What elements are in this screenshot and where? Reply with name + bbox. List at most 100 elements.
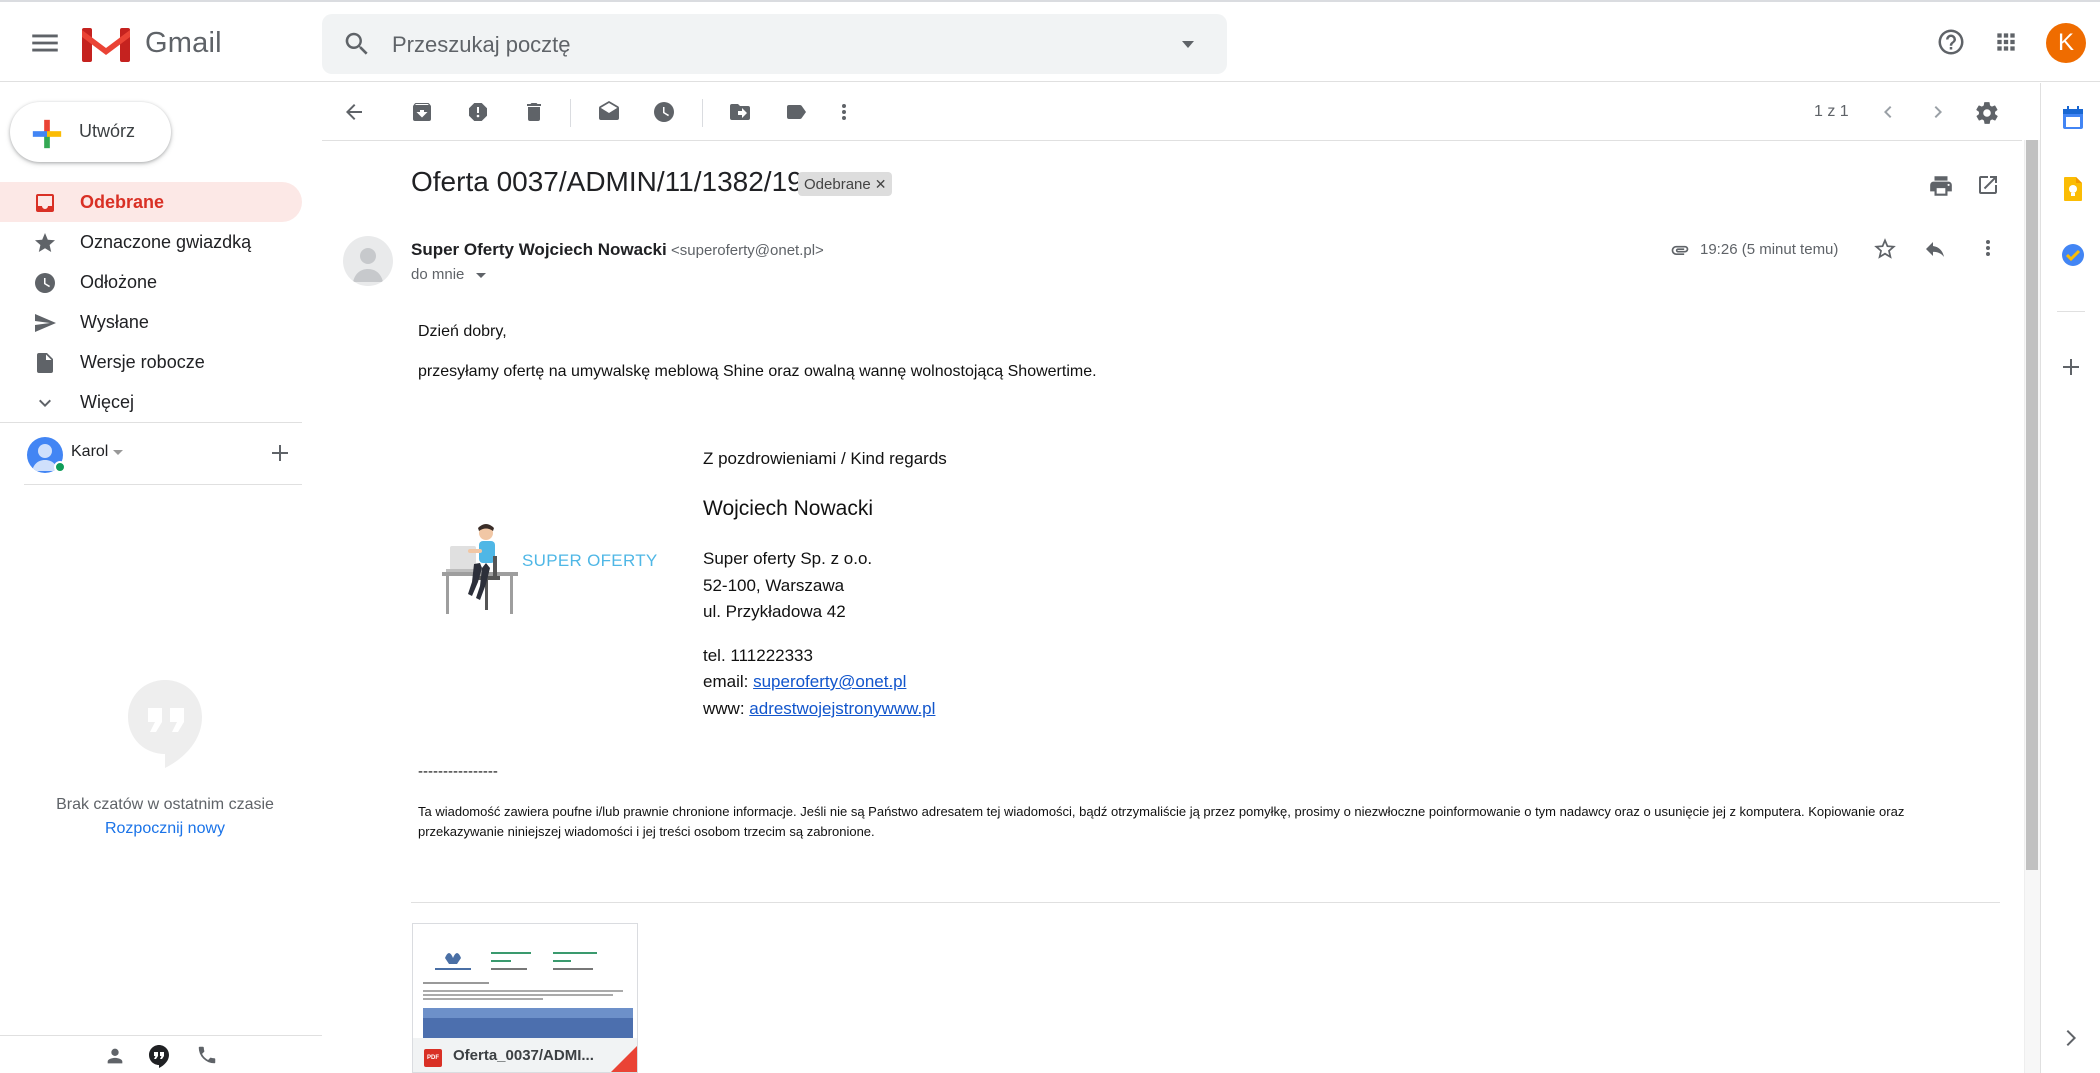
signature-company: Super oferty Sp. z o.o.: [703, 549, 873, 568]
nav-item-more[interactable]: Więcej: [0, 382, 302, 422]
side-panel: [2040, 83, 2100, 1073]
add-addon-icon[interactable]: [2062, 358, 2080, 376]
online-status-dot: [54, 461, 66, 473]
nav-item-inbox[interactable]: Odebrane: [0, 182, 302, 222]
nav-item-label: Odebrane: [80, 192, 165, 212]
help-icon[interactable]: [1936, 27, 1966, 57]
calendar-icon[interactable]: [2062, 106, 2084, 130]
compose-button[interactable]: Utwórz: [10, 102, 171, 162]
clock-icon: [33, 271, 57, 295]
body-intro: przesyłamy ofertę na umywalskę meblową S…: [418, 363, 1097, 380]
attachments-divider: [411, 902, 2000, 903]
tasks-icon[interactable]: [2061, 243, 2085, 267]
signature-www-link[interactable]: adrestwojejstronywww.pl: [749, 699, 935, 718]
attachment-preview-thumbnail: [413, 924, 637, 1038]
inbox-icon: [33, 191, 57, 215]
remove-label-icon[interactable]: ✕: [875, 176, 887, 192]
toolbar-separator: [570, 99, 571, 127]
signature-phone: tel. 111222333: [703, 646, 813, 665]
report-spam-icon[interactable]: [466, 100, 490, 124]
nav-item-label: Oznaczone gwiazdką: [80, 232, 252, 252]
prev-page-icon[interactable]: [1876, 100, 1900, 124]
signature-address-city: 52-100, Warszawa: [703, 576, 845, 595]
move-to-icon[interactable]: [728, 100, 752, 124]
reply-icon[interactable]: [1922, 237, 1948, 261]
page-count: 1 z 1: [1814, 103, 1849, 120]
trash-icon[interactable]: [522, 100, 546, 124]
pdf-file-icon: PDF: [424, 1049, 442, 1067]
no-chats-text: Brak czatów w ostatnim czasie: [56, 796, 274, 813]
signature-logo-text: SUPER OFERTY: [522, 551, 658, 570]
keep-icon[interactable]: [2062, 176, 2084, 202]
user-name[interactable]: Karol: [71, 443, 108, 461]
signature-www-line: www: adrestwojejstronywww.pl: [703, 699, 935, 719]
main-menu-icon[interactable]: [28, 26, 62, 60]
compose-label: Utwórz: [79, 121, 136, 141]
inbox-label-chip[interactable]: Odebrane ✕: [798, 172, 893, 196]
star-icon: [33, 231, 57, 255]
hangouts-icon[interactable]: [148, 1044, 170, 1068]
sender-name[interactable]: Super Oferty Wojciech Nowacki: [411, 240, 667, 260]
back-arrow-icon[interactable]: [342, 100, 366, 124]
signature-email-line: email: superoferty@onet.pl: [703, 672, 906, 692]
signature-email-prefix: email:: [703, 672, 754, 691]
phone-icon[interactable]: [196, 1044, 218, 1066]
star-outline-icon[interactable]: [1872, 236, 1898, 262]
search-options-icon[interactable]: [1180, 40, 1196, 50]
attachment-card[interactable]: PDF Oferta_0037/ADMI...: [412, 923, 638, 1073]
attachment-filename: Oferta_0037/ADMI...: [453, 1047, 594, 1064]
signature-www-prefix: www:: [703, 699, 750, 718]
signature-email-link[interactable]: superoferty@onet.pl: [753, 672, 906, 691]
nav-item-starred[interactable]: Oznaczone gwiazdką: [0, 222, 302, 262]
top-bar: Gmail Przeszukaj pocztę K: [0, 0, 2100, 82]
person-icon[interactable]: [104, 1045, 126, 1067]
attachment-footer: PDF Oferta_0037/ADMI...: [413, 1038, 637, 1072]
label-icon[interactable]: [784, 100, 808, 124]
chat-bottom-bar: [0, 1035, 322, 1073]
attachment-clip-icon: [1667, 240, 1693, 260]
nav-item-drafts[interactable]: Wersje robocze: [0, 342, 302, 382]
gmail-wordmark: Gmail: [145, 27, 222, 59]
compose-plus-icon: [30, 117, 64, 151]
signature-regards: Z pozdrowieniami / Kind regards: [703, 449, 947, 468]
sender-avatar[interactable]: [343, 236, 393, 286]
search-bar[interactable]: Przeszukaj pocztę: [322, 14, 1227, 74]
sender-email: <superoferty@onet.pl>: [671, 242, 824, 259]
nav-item-label: Więcej: [80, 392, 135, 412]
next-page-icon[interactable]: [1926, 100, 1950, 124]
apps-grid-icon[interactable]: [1993, 29, 2019, 55]
message-subject: Oferta 0037/ADMIN/11/1382/19: [411, 166, 803, 197]
nav-item-sent[interactable]: Wysłane: [0, 302, 302, 342]
body-greeting: Dzień dobry,: [418, 323, 507, 340]
label-chip-text: Odebrane: [804, 176, 871, 193]
archive-icon[interactable]: [410, 100, 434, 124]
user-menu-caret-icon[interactable]: [113, 450, 123, 456]
snooze-icon[interactable]: [652, 100, 676, 124]
body-separator-dashes: ----------------: [418, 763, 498, 780]
nav-item-label: Wersje robocze: [80, 352, 205, 372]
signature-address-street: ul. Przykładowa 42: [703, 602, 846, 621]
mark-unread-icon[interactable]: [596, 100, 622, 124]
search-input[interactable]: Przeszukaj pocztę: [392, 32, 571, 58]
search-icon[interactable]: [342, 29, 372, 59]
expand-panel-chevron-icon[interactable]: [2065, 1028, 2079, 1048]
hangouts-quote-icon: [126, 678, 204, 770]
account-avatar[interactable]: K: [2046, 23, 2086, 63]
open-in-new-window-icon[interactable]: [1976, 173, 2000, 197]
start-new-chat-link[interactable]: Rozpocznij nowy: [0, 820, 330, 838]
nav-item-snoozed[interactable]: Odłożone: [0, 262, 302, 302]
add-chat-icon[interactable]: [271, 444, 289, 462]
scrollbar-thumb[interactable]: [2026, 140, 2038, 870]
nav-item-label: Wysłane: [80, 312, 149, 332]
more-vert-icon[interactable]: [832, 100, 856, 124]
show-details-caret-icon[interactable]: [475, 272, 487, 280]
message-more-icon[interactable]: [1976, 236, 2000, 260]
signature-logo-illustration: [438, 520, 666, 670]
settings-gear-icon[interactable]: [1974, 100, 2000, 126]
side-panel-divider: [2057, 311, 2085, 312]
message-time: 19:26 (5 minut temu): [1700, 241, 1839, 258]
recipient-summary[interactable]: do mnie: [411, 266, 464, 283]
print-icon[interactable]: [1928, 173, 1954, 199]
gmail-logo-icon[interactable]: [82, 24, 130, 62]
draft-icon: [33, 351, 57, 375]
